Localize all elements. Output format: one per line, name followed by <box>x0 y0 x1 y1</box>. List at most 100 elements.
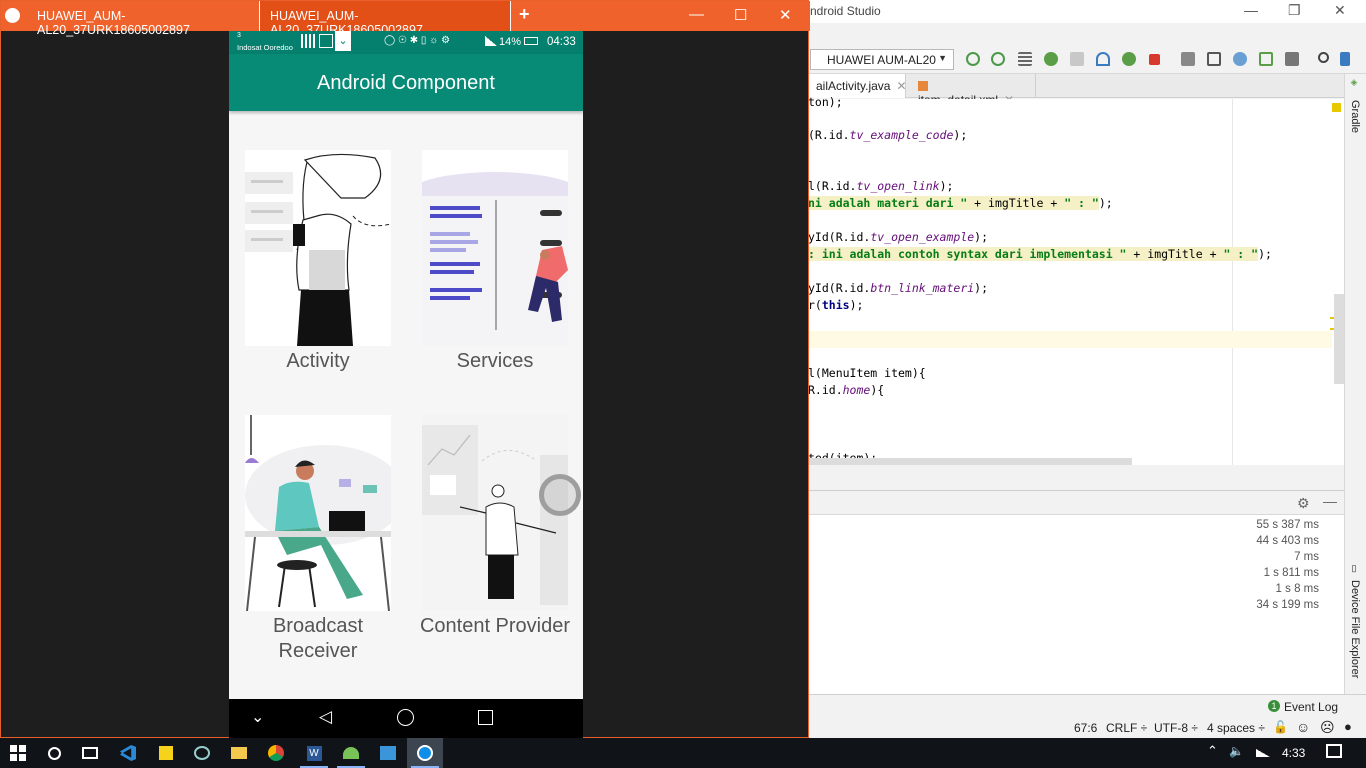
taskbar-clock[interactable]: 4:33 <box>1282 746 1305 760</box>
recents-icon[interactable] <box>478 710 493 725</box>
battery-percent: 14% <box>499 36 522 48</box>
app-bar: Android Component <box>229 54 583 111</box>
lock-icon[interactable]: 🔓 <box>1273 720 1288 734</box>
caret-position[interactable]: 67:6 <box>1074 721 1097 735</box>
card-label: Broadcast Receiver <box>272 615 364 662</box>
chevron-down-icon[interactable]: ⌄ <box>251 707 264 727</box>
card-label: Services <box>456 350 534 372</box>
home-icon[interactable] <box>397 709 414 726</box>
editor-scrollbar[interactable] <box>1334 294 1344 384</box>
minimize-icon[interactable]: — <box>689 6 704 23</box>
wifi-icon[interactable] <box>1256 749 1270 757</box>
apply-changes-icon[interactable] <box>966 52 980 66</box>
back-icon[interactable]: ◁ <box>319 707 332 727</box>
file-encoding[interactable]: UTF-8 ÷ <box>1154 721 1198 735</box>
mirror-tab-2[interactable]: HUAWEI_AUM-AL20_37URK18605002897 <box>259 1 511 37</box>
broadcast-illustration <box>245 415 391 611</box>
taskbar-app-network[interactable] <box>184 738 220 768</box>
build-time: 34 s 199 ms <box>1256 599 1319 611</box>
attach-debugger-icon[interactable] <box>1122 52 1136 66</box>
app-icon <box>5 8 20 23</box>
studio-icon[interactable] <box>1340 52 1350 66</box>
device-manager-icon[interactable] <box>1259 52 1273 66</box>
avd-manager-icon[interactable] <box>1207 52 1221 66</box>
event-log-button[interactable]: Event Log <box>1284 700 1338 714</box>
coverage-icon[interactable] <box>1070 52 1084 66</box>
right-margin-guide <box>1232 99 1233 465</box>
device-label: HUAWEI AUM-AL20 <box>827 53 936 67</box>
sad-feedback-icon[interactable]: ☹ <box>1320 719 1335 736</box>
folder-icon <box>231 747 247 759</box>
notification-icon[interactable] <box>1326 744 1342 758</box>
phone-screen[interactable]: 3 Indosat Ooredoo ⌄ ◯ ☉ ✱ ▯ ☼ ⚙ 14% 04:3… <box>229 31 583 738</box>
layout-inspector-icon[interactable] <box>1285 52 1299 66</box>
device-icon: ▯ <box>1350 564 1360 574</box>
xml-file-icon <box>918 81 928 91</box>
touch-indicator <box>539 474 581 516</box>
card-label: Content Provider <box>419 615 571 637</box>
maximize-icon[interactable]: ☐ <box>734 6 747 24</box>
device-file-explorer-button[interactable]: Device File Explorer <box>1349 580 1361 678</box>
vscode-icon <box>120 745 136 761</box>
gear-icon[interactable]: ⚙ <box>1297 495 1310 512</box>
sdk-manager-icon[interactable] <box>1233 52 1247 66</box>
tab-label: ailActivity.java <box>816 79 891 93</box>
start-button[interactable] <box>0 738 36 768</box>
taskbar-app-explorer[interactable] <box>221 738 257 768</box>
grid-notification-icon <box>301 34 315 48</box>
minimize-icon[interactable]: — <box>1244 2 1258 18</box>
horizontal-scrollbar[interactable] <box>808 458 1132 465</box>
close-icon[interactable]: ✕ <box>779 6 792 24</box>
apply-code-changes-icon[interactable] <box>991 52 1005 66</box>
taskbar-app-vscode[interactable] <box>110 738 146 768</box>
indent-setting[interactable]: 4 spaces ÷ <box>1207 721 1265 735</box>
android-status-bar: 3 Indosat Ooredoo ⌄ ◯ ☉ ✱ ▯ ☼ ⚙ 14% 04:3… <box>229 31 583 54</box>
gradle-icon: ◈ <box>1350 78 1360 88</box>
hide-panel-icon[interactable]: — <box>1323 493 1337 509</box>
android-studio-icon <box>343 747 359 759</box>
build-time: 55 s 387 ms <box>1256 519 1319 531</box>
stop-icon[interactable] <box>1149 54 1160 65</box>
content-provider-illustration <box>422 415 568 611</box>
taskbar-app-teamviewer[interactable] <box>407 738 443 768</box>
signal-icon <box>485 36 497 46</box>
screen-mirror-window: HUAWEI_AUM-AL20_37URK18605002897 HUAWEI_… <box>0 0 810 738</box>
debug-icon[interactable] <box>1044 52 1058 66</box>
close-tab-icon[interactable]: ✕ <box>896 79 906 93</box>
taskbar-app-android-studio[interactable] <box>333 738 369 768</box>
teamviewer-icon <box>417 745 433 761</box>
network-app-icon <box>194 746 210 760</box>
restore-icon[interactable]: ❐ <box>1288 2 1301 19</box>
happy-feedback-icon[interactable]: ☺ <box>1296 719 1310 735</box>
code-line: r(this); <box>808 298 864 312</box>
taskbar-app-chrome[interactable] <box>258 738 294 768</box>
line-separator[interactable]: CRLF ÷ <box>1106 721 1147 735</box>
sync-project-icon[interactable] <box>1181 52 1195 66</box>
chrome-icon <box>268 745 284 761</box>
activity-illustration <box>245 150 391 346</box>
add-tab-button[interactable]: + <box>519 4 530 25</box>
profile-icon[interactable] <box>1096 52 1110 66</box>
close-icon[interactable]: ✕ <box>1334 2 1346 19</box>
code-line: ni adalah materi dari " + imgTitle + " :… <box>808 196 1113 210</box>
chevron-down-icon: ⌄ <box>335 31 351 51</box>
show-hidden-icons[interactable]: ⌃ <box>1207 743 1218 759</box>
device-selector[interactable]: HUAWEI AUM-AL20 ▼ <box>810 49 954 70</box>
taskbar-app-sticky-notes[interactable] <box>148 738 184 768</box>
taskbar-app-word[interactable]: W <box>296 738 332 768</box>
inspector-icon[interactable]: ● <box>1344 719 1352 734</box>
warning-marker[interactable] <box>1332 103 1341 112</box>
taskbar-app-task-manager[interactable] <box>370 738 406 768</box>
mirror-tab-1[interactable]: HUAWEI_AUM-AL20_37URK18605002897 <box>27 1 259 37</box>
code-line: l(MenuItem item){ <box>808 366 926 380</box>
windows-icon <box>10 745 26 761</box>
run-list-icon[interactable] <box>1018 52 1032 66</box>
gradle-tool-button[interactable]: Gradle <box>1349 100 1361 133</box>
search-icon[interactable] <box>1318 52 1329 63</box>
app-title: Android Component <box>317 72 495 94</box>
volume-icon[interactable]: 🔈 <box>1229 744 1244 758</box>
search-button[interactable] <box>36 738 72 768</box>
tab-item-detail-xml[interactable]: item_detail.xml✕ <box>910 74 1036 107</box>
task-view-button[interactable] <box>72 738 108 768</box>
services-illustration <box>422 150 568 346</box>
